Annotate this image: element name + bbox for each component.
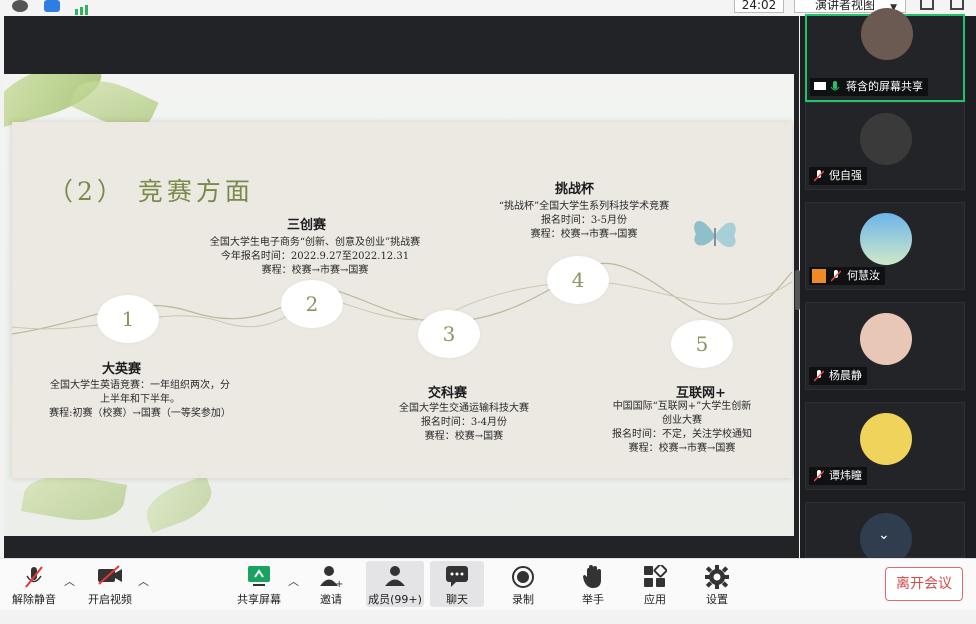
fullscreen-icon[interactable]: [920, 0, 934, 10]
meeting-timer: 24:02: [734, 0, 784, 13]
participant-tile[interactable]: 杨晨静: [805, 302, 965, 390]
video-options-chevron-icon[interactable]: ︿: [138, 573, 149, 589]
mic-muted-icon: [814, 170, 824, 182]
competition-title-4: 挑战杯: [555, 182, 595, 197]
gear-icon: [705, 565, 729, 589]
audio-options-chevron-icon[interactable]: ︿: [64, 573, 75, 589]
timeline-node-5: 5: [671, 320, 733, 368]
hand-icon: [583, 565, 601, 588]
share-options-chevron-icon[interactable]: ︿: [288, 573, 299, 589]
record-button[interactable]: 录制: [500, 561, 546, 607]
slide-title: （2） 竞赛方面: [48, 177, 254, 206]
participant-name: 何慧汝: [809, 267, 885, 285]
participant-tile[interactable]: 蒋含的屏幕共享: [805, 8, 965, 102]
chat-button[interactable]: 聊天: [430, 561, 484, 607]
svg-text:+: +: [335, 579, 343, 587]
participant-name: 杨晨静: [809, 367, 867, 385]
unmute-button[interactable]: 解除静音: [8, 561, 60, 607]
camera-off-icon: [98, 565, 122, 585]
meeting-window: 24:02 演讲者视图 ▼ （2） 竞赛方面: [0, 0, 976, 624]
butterfly-icon: [694, 220, 736, 248]
avatar: [860, 213, 912, 265]
avatar: [860, 313, 912, 365]
participant-tile[interactable]: ⌄: [805, 502, 965, 565]
participant-name: 倪自强: [809, 167, 867, 185]
mic-muted-icon: [831, 270, 841, 282]
competition-title-1: 大英赛: [102, 362, 142, 377]
scroll-down-icon[interactable]: ⌄: [878, 527, 890, 543]
timeline-node-2: 2: [281, 280, 343, 328]
chat-icon: [446, 566, 468, 587]
record-icon: [512, 566, 534, 588]
info-icon[interactable]: [12, 0, 28, 12]
competition-desc-1: 全国大学生英语竞赛：一年组织两次，分 上半年和下半年。 赛程:初赛（校赛）→国赛…: [49, 380, 231, 419]
view-mode-label: 演讲者视图: [815, 0, 876, 12]
share-screen-icon: [248, 566, 270, 586]
competition-desc-2: 全国大学生电子商务“创新、创意及创业”挑战赛 今年报名时间：2022.9.27至…: [209, 237, 421, 276]
share-screen-button[interactable]: 共享屏幕: [234, 561, 284, 607]
mic-muted-icon: [25, 566, 43, 588]
leave-meeting-button[interactable]: 离开会议: [885, 567, 963, 601]
timeline-node-3: 3: [418, 310, 480, 358]
avatar: [860, 113, 912, 165]
raise-hand-button[interactable]: 举手: [570, 561, 616, 607]
start-video-button[interactable]: 开启视频: [82, 561, 138, 607]
participant-tile[interactable]: 谭炜瞳: [805, 402, 965, 490]
competition-desc-3: 全国大学生交通运输科技大赛 报名时间：3-4月份 赛程：校赛→国赛: [399, 403, 529, 442]
apps-icon: [644, 565, 667, 587]
participant-tile[interactable]: 何慧汝: [805, 202, 965, 290]
add-user-icon: +: [320, 566, 343, 587]
participant-tile[interactable]: 倪自强: [805, 102, 965, 190]
avatar: [860, 413, 912, 465]
leaf-decoration: [139, 475, 219, 533]
participant-name: 谭炜瞳: [809, 467, 867, 485]
host-icon: [812, 269, 826, 283]
signal-icon[interactable]: [74, 0, 92, 15]
competition-desc-4: “挑战杯”全国大学生系列科技学术竞赛 报名时间：3-5月份 赛程：校赛→市赛→国…: [498, 201, 670, 240]
presentation-slide: （2） 竞赛方面 1 2 3 4 5 大英赛 全国大学生英语竞赛：一年组织两次，…: [4, 74, 794, 536]
competition-title-2: 三创赛: [287, 218, 327, 233]
shared-screen-area: （2） 竞赛方面 1 2 3 4 5 大英赛 全国大学生英语竞赛：一年组织两次，…: [4, 16, 799, 558]
participant-name: 蒋含的屏幕共享: [810, 78, 928, 96]
timeline-node-1: 1: [97, 295, 159, 343]
shield-icon[interactable]: [44, 0, 60, 12]
users-icon: [385, 566, 405, 586]
avatar: [861, 8, 913, 60]
apps-button[interactable]: 应用: [632, 561, 678, 607]
participants-panel: 蒋含的屏幕共享 倪自强 何慧汝 杨晨静 谭炜瞳 ⌄: [800, 8, 976, 565]
competition-title-3: 交科赛: [428, 386, 468, 401]
invite-button[interactable]: + 邀请: [308, 561, 354, 607]
meeting-toolbar: 解除静音 ︿ 开启视频 ︿ 共享屏幕 ︿ + 邀请 成员(99+) 聊天 录制: [0, 558, 976, 610]
mic-on-icon: [830, 81, 840, 91]
timeline-node-4: 4: [547, 256, 609, 304]
settings-button[interactable]: 设置: [694, 561, 740, 607]
mic-muted-icon: [814, 470, 824, 482]
members-button[interactable]: 成员(99+): [366, 561, 424, 607]
layout-icon[interactable]: [950, 0, 964, 10]
window-bottom-edge: [0, 610, 976, 624]
mic-muted-icon: [814, 370, 824, 382]
screen-share-icon: [814, 82, 826, 90]
competition-title-5: 互联网+: [676, 386, 726, 401]
competition-desc-5: 中国国际“互联网+”大学生创新 创业大赛 报名时间：不定，关注学校通知 赛程：校…: [612, 401, 752, 454]
